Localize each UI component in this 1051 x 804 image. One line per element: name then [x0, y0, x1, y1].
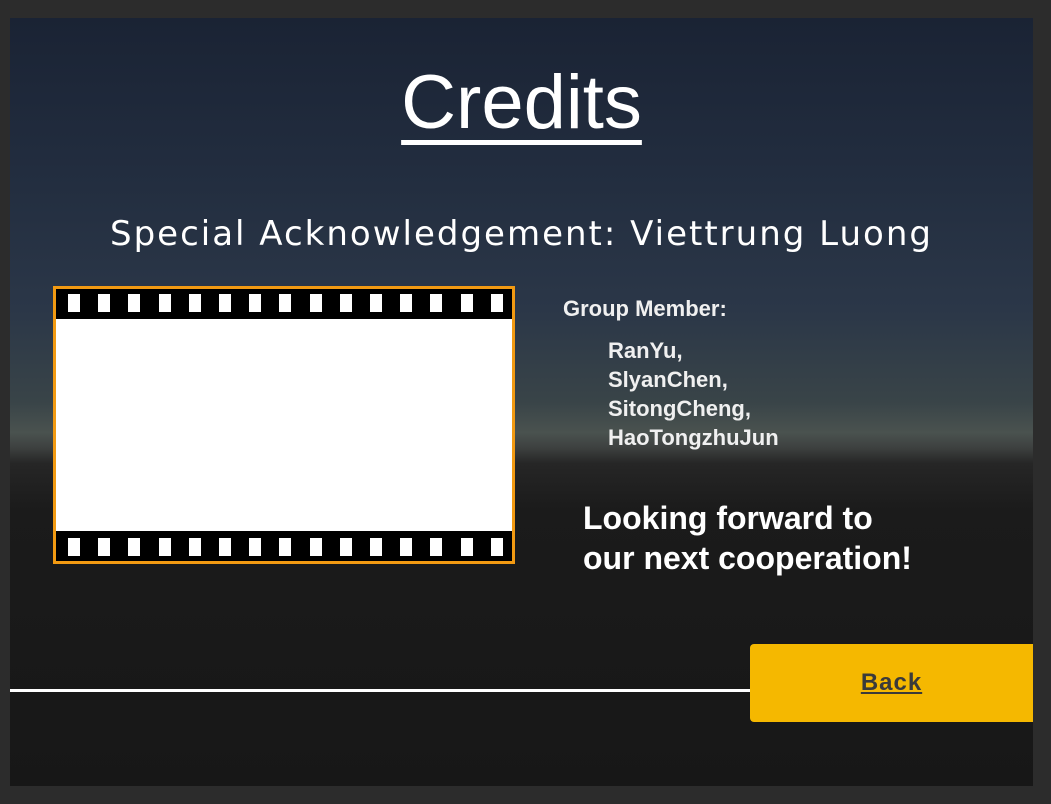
sprocket-hole — [460, 294, 473, 312]
back-button[interactable]: Back — [750, 644, 1033, 722]
group-member: SitongCheng, — [608, 396, 751, 421]
sprocket-hole — [128, 538, 141, 556]
group-member: HaoTongzhuJun — [608, 425, 779, 450]
sprocket-hole — [430, 294, 443, 312]
sprocket-hole — [460, 538, 473, 556]
sprocket-hole — [128, 294, 141, 312]
sprocket-hole — [188, 538, 201, 556]
page-title-text: Credits — [401, 60, 642, 145]
group-member: RanYu, — [608, 338, 683, 363]
film-strip-image — [53, 286, 515, 564]
sprocket-hole — [309, 294, 322, 312]
sprocket-hole — [309, 538, 322, 556]
sprocket-hole — [490, 538, 503, 556]
sprocket-hole — [249, 294, 262, 312]
divider-line — [10, 689, 750, 692]
sprocket-hole — [219, 538, 231, 556]
sprocket-hole — [370, 294, 382, 312]
sprocket-hole — [279, 538, 292, 556]
sprocket-hole — [490, 294, 503, 312]
sprocket-hole — [339, 294, 352, 312]
film-screen — [56, 319, 512, 531]
group-member: SlyanChen, — [608, 367, 728, 392]
sprocket-hole — [430, 538, 443, 556]
sprocket-hole — [370, 538, 382, 556]
credits-screen: Credits Special Acknowledgement: Viettru… — [10, 18, 1033, 786]
sprocket-hole — [279, 294, 292, 312]
film-sprockets-top — [56, 289, 512, 317]
sprocket-hole — [68, 538, 80, 556]
film-sprockets-bottom — [56, 533, 512, 561]
sprocket-hole — [158, 294, 171, 312]
sprocket-hole — [188, 294, 201, 312]
sprocket-hole — [249, 538, 262, 556]
sprocket-hole — [219, 294, 231, 312]
closing-message: Looking forward to our next cooperation! — [583, 500, 912, 576]
group-member-list: RanYu, SlyanChen, SitongCheng, HaoTongzh… — [608, 336, 779, 452]
sprocket-hole — [400, 294, 413, 312]
sprocket-hole — [98, 538, 111, 556]
back-button-label: Back — [860, 669, 923, 696]
sprocket-hole — [68, 294, 80, 312]
page-title: Credits — [10, 58, 1033, 148]
sprocket-hole — [339, 538, 352, 556]
sprocket-hole — [98, 294, 111, 312]
sprocket-hole — [400, 538, 413, 556]
group-member-heading: Group Member: — [563, 296, 727, 321]
sprocket-hole — [158, 538, 171, 556]
special-acknowledgement: Special Acknowledgement: Viettrung Luong — [110, 214, 933, 254]
